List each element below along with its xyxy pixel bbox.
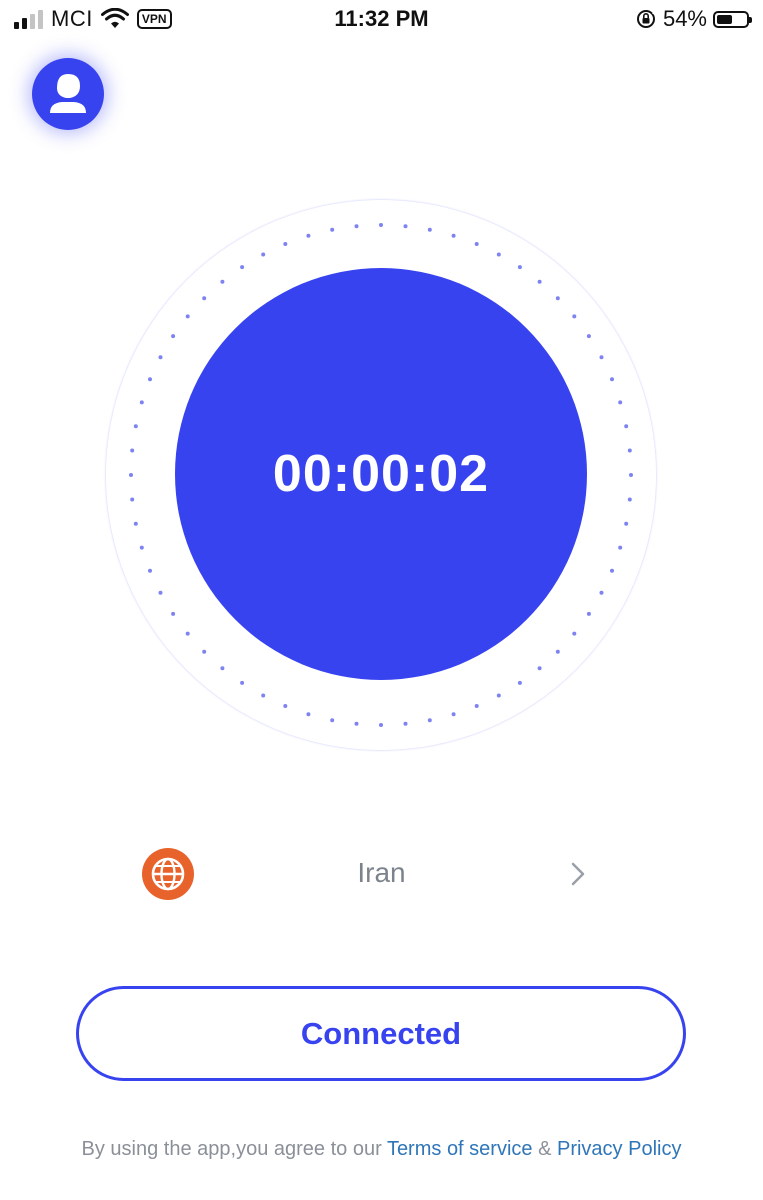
ring-dot [130,448,135,453]
ring-dot [202,649,207,654]
ring-dot [354,224,359,229]
connect-toggle-button[interactable]: 00:00:02 [175,268,587,680]
ring-dot [610,568,614,573]
profile-button[interactable] [32,58,104,130]
ring-dot [240,680,245,685]
ring-dot [129,473,133,477]
ring-dot [599,355,604,360]
connection-status-button[interactable]: Connected [76,986,686,1081]
legal-prefix: By using the app,you agree to our [81,1138,387,1160]
location-selector[interactable]: Iran [140,843,600,903]
user-icon [50,74,86,113]
ring-dot [586,611,591,616]
ring-dot [158,355,163,360]
ring-dot [403,224,408,229]
ring-dot [185,314,190,319]
status-bar: MCI VPN 11:32 PM 54% [0,0,763,40]
ring-dot [427,718,432,723]
ring-dot [148,377,152,382]
ring-dot [517,680,522,685]
ring-dot [618,545,623,550]
ring-dot [185,631,190,636]
battery-percentage: 54% [662,6,707,31]
ring-dot [517,265,522,270]
ring-dot [572,631,577,636]
legal-notice: By using the app,you agree to our Terms … [60,1137,703,1161]
ring-dot [618,400,623,405]
orientation-lock-icon [636,10,656,28]
legal-separator: & [532,1138,557,1160]
privacy-policy-link[interactable]: Privacy Policy [557,1138,681,1160]
ring-dot [496,252,501,257]
ring-dot [171,334,176,339]
ring-dot [627,497,632,502]
ring-dot [133,521,138,526]
ring-dot [496,693,501,698]
ring-dot [379,723,383,727]
ring-dot [240,265,245,270]
ring-dot [555,296,560,301]
ring-dot [171,611,176,616]
ring-dot [629,473,633,477]
terms-of-service-link[interactable]: Terms of service [387,1138,533,1160]
ring-dot [306,233,311,238]
status-bar-right: 54% [635,6,752,32]
ring-dot [261,252,266,257]
ring-dot [624,424,629,429]
location-name: Iran [357,857,406,888]
ring-dot [283,704,288,708]
connection-timer: 00:00:02 [272,445,490,503]
ring-dot [624,521,629,526]
ring-dot [537,666,542,671]
ring-dot [148,568,152,573]
ring-dot [130,497,135,502]
ring-dot [451,233,456,238]
connection-status-label: Connected [300,1015,462,1051]
ring-dot [599,590,604,595]
ring-dot [202,296,207,301]
ring-dot [586,334,591,339]
ring-dot [220,279,225,284]
battery-icon [713,10,752,28]
ring-dot [555,649,560,654]
ring-dot [306,712,311,717]
ring-dot [261,693,266,698]
ring-dot [451,712,456,717]
ring-dot [627,448,632,453]
ring-dot [139,400,144,405]
ring-dot [427,227,432,232]
chevron-right-icon [571,862,585,886]
ring-dot [139,545,144,550]
ring-dot [474,242,479,246]
ring-dot [354,721,359,726]
ring-dot [610,377,614,382]
ring-dot [572,314,577,319]
ring-dot [158,590,163,595]
ring-dot [537,279,542,284]
battery-level-fill [717,14,732,24]
ring-dot [379,223,383,227]
ring-dot [474,704,479,708]
ring-dot [133,424,138,429]
ring-dot [330,718,335,723]
ring-dot [220,666,225,671]
ring-dot [403,721,408,726]
ring-dot [283,242,288,246]
ring-dot [330,227,335,232]
